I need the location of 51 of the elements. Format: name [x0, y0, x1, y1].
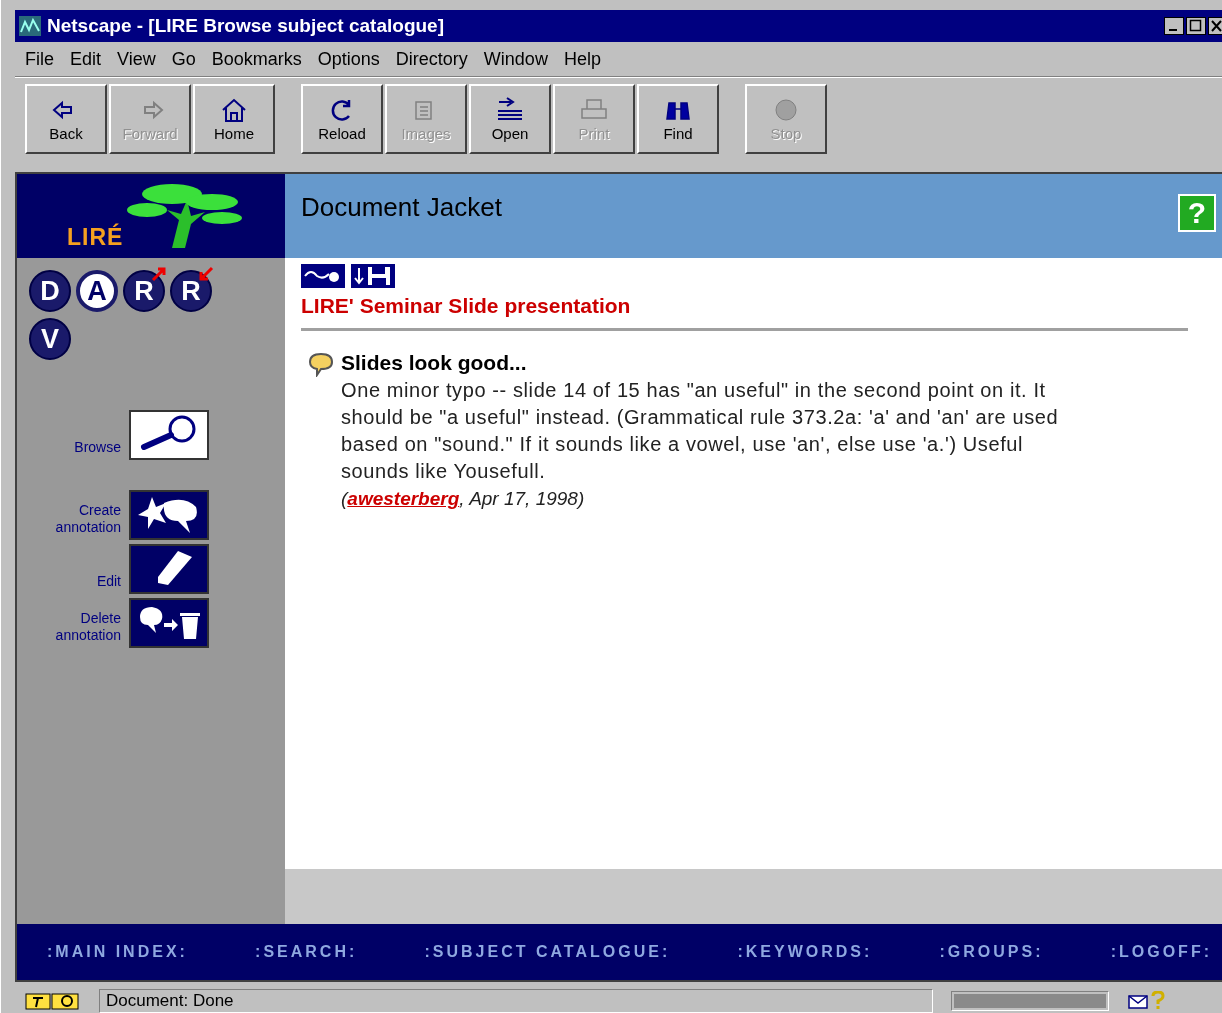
menu-item[interactable]: Help	[563, 48, 601, 70]
action-label: Browse	[73, 439, 121, 457]
nav-link[interactable]: :KEYWORDS:	[737, 943, 873, 961]
minimize-icon[interactable]	[1164, 17, 1184, 35]
arrow-down-left-icon	[198, 266, 214, 282]
action-label: Create annotation	[54, 502, 121, 537]
status-text: Document: Done	[99, 989, 933, 1013]
annotation-byline: (awesterberg, Apr 17, 1998)	[341, 487, 586, 511]
app-icon	[19, 16, 41, 36]
nav-link[interactable]: :SUBJECT CATALOGUE:	[424, 943, 671, 961]
nav-link[interactable]: :LOGOFF:	[1110, 943, 1212, 961]
menu-item[interactable]: Options	[317, 48, 380, 70]
annotation-title: Slides look good...	[341, 351, 528, 375]
action-button[interactable]	[129, 410, 209, 460]
open-icon	[495, 96, 525, 123]
author-link[interactable]: awesterberg	[347, 488, 460, 509]
arrow-up-right-icon	[151, 266, 167, 282]
window-title: Netscape - [LIRE Browse subject catalogue]	[47, 15, 445, 37]
toolbar-button[interactable]: Home	[193, 84, 275, 154]
annotation-text: One minor typo -- slide 14 of 15 has "an useful" in the second point on it. It should be "a useful" instead. (Grammatical rule 373.2a: 'a' and 'an' are used based on "sound." If it sounds like a vowel, use 'an', else use 'a.') Useful sounds like Yousefull.	[341, 378, 1059, 484]
toolbar-button[interactable]: Reload	[301, 84, 383, 154]
menu-item[interactable]: Bookmarks	[211, 48, 302, 70]
toolbar-button[interactable]: Open	[469, 84, 551, 154]
mail-icon[interactable]	[1127, 991, 1167, 1011]
close-icon[interactable]	[1208, 17, 1222, 35]
mode-button[interactable]: R	[170, 270, 212, 312]
speech-bubble-icon	[307, 351, 335, 377]
document-title: LIRE' Seminar Slide presentation	[301, 294, 632, 318]
menu-item[interactable]: Directory	[395, 48, 468, 70]
mode-button[interactable]: D	[29, 270, 71, 312]
toolbar-button[interactable]: Find	[637, 84, 719, 154]
logo-text: LIRÉ	[67, 224, 124, 251]
mode-button[interactable]: V	[29, 318, 71, 360]
menu-item[interactable]: Go	[171, 48, 196, 70]
action-label: Edit	[95, 573, 121, 591]
nav-link[interactable]: :SEARCH:	[255, 943, 358, 961]
mode-button[interactable]: R	[123, 270, 165, 312]
action-button[interactable]	[129, 490, 209, 540]
menu-item[interactable]: Edit	[70, 48, 102, 70]
menu-item[interactable]: Window	[483, 48, 548, 70]
toolbar-button[interactable]: Back	[25, 84, 107, 154]
action-button[interactable]	[129, 544, 209, 594]
maximize-icon[interactable]	[1186, 17, 1206, 35]
menu-item[interactable]: View	[117, 48, 156, 70]
action-label: Delete annotation	[54, 610, 121, 645]
nav-link[interactable]: :GROUPS:	[939, 943, 1044, 961]
mode-button[interactable]: A	[76, 270, 118, 312]
action-button[interactable]	[129, 598, 209, 648]
nav-link[interactable]: :MAIN INDEX:	[47, 943, 188, 961]
menu-item[interactable]: File	[25, 48, 54, 70]
page-heading: Document Jacket	[301, 192, 502, 223]
